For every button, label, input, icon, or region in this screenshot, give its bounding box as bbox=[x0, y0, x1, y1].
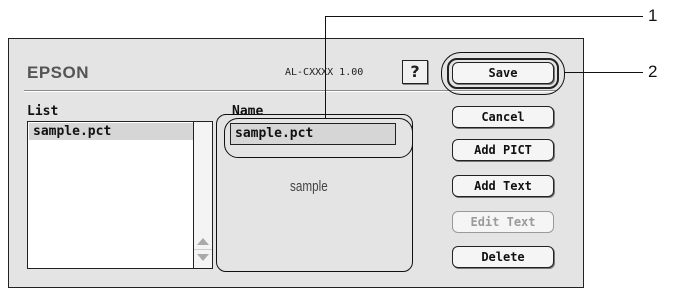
callout-2-number: 2 bbox=[648, 62, 658, 81]
brand-logo: EPSON bbox=[27, 63, 90, 82]
list-label: List bbox=[27, 104, 59, 119]
add-pict-button[interactable]: Add PICT bbox=[452, 139, 554, 161]
name-callout-ring bbox=[224, 118, 413, 158]
cancel-button[interactable]: Cancel bbox=[452, 106, 554, 128]
callout-1-number: 1 bbox=[648, 6, 658, 25]
save-callout-ring bbox=[441, 52, 565, 95]
edit-text-button: Edit Text bbox=[452, 211, 554, 233]
down-arrow-icon[interactable] bbox=[197, 254, 209, 261]
help-button[interactable]: ? bbox=[402, 60, 428, 84]
scroll-divider bbox=[194, 249, 212, 250]
list-scrollbar[interactable] bbox=[193, 122, 212, 268]
watermark-preview: sample bbox=[290, 178, 328, 195]
callout-1-leader-horizontal bbox=[325, 16, 643, 17]
delete-button[interactable]: Delete bbox=[452, 246, 554, 268]
watermark-list[interactable]: sample.pct bbox=[27, 121, 213, 269]
callout-2-leader bbox=[565, 72, 643, 73]
up-arrow-icon[interactable] bbox=[197, 238, 209, 245]
add-text-button[interactable]: Add Text bbox=[452, 175, 554, 197]
callout-1-leader-vertical bbox=[325, 16, 326, 119]
list-item[interactable]: sample.pct bbox=[29, 123, 193, 140]
name-label: Name bbox=[232, 104, 264, 119]
